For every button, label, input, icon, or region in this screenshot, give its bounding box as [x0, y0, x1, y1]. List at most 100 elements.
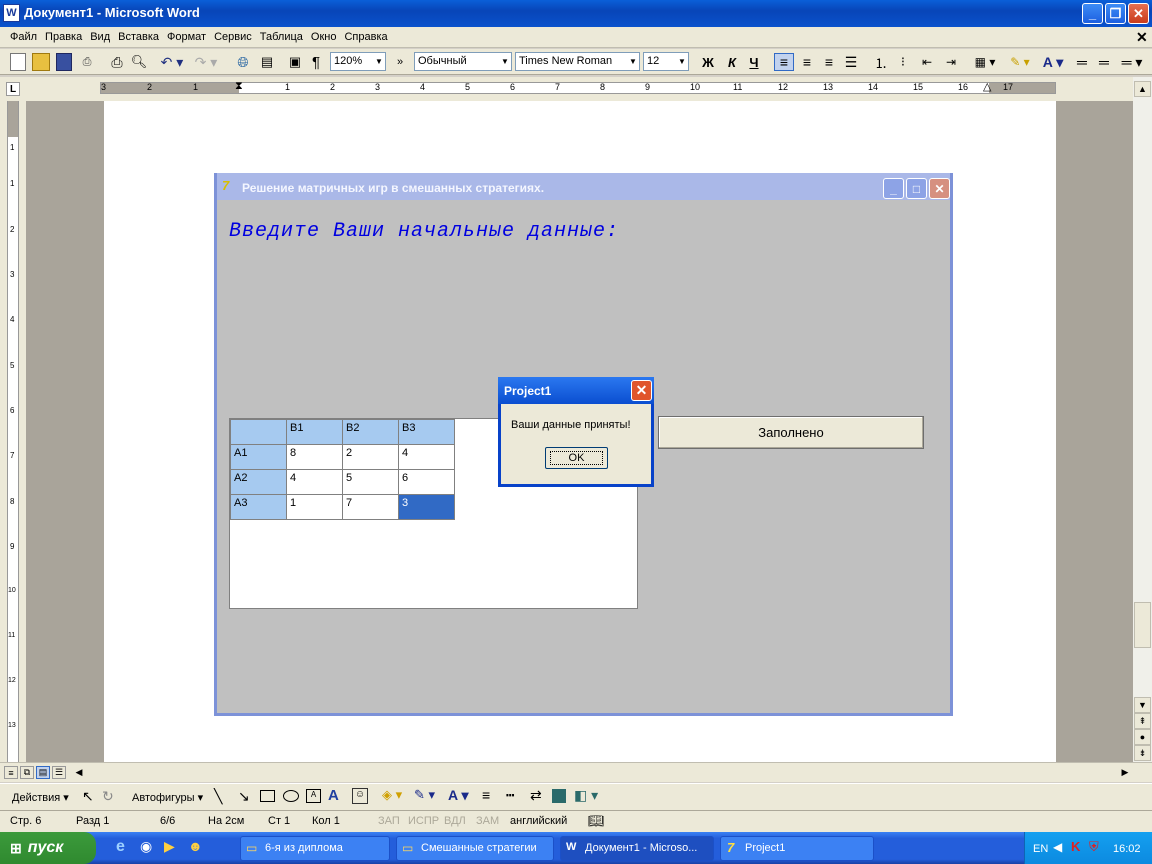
outlook-icon[interactable]: ◉: [140, 838, 152, 855]
prev-page-icon[interactable]: ⇞: [1134, 713, 1151, 729]
horizontal-scrollbar[interactable]: ≡ ⧉ ▤ ☰ ◀ ▶: [0, 762, 1152, 782]
hyperlink-icon[interactable]: 🌐︎: [234, 53, 252, 71]
normal-view-icon[interactable]: ≡: [4, 766, 18, 779]
text-color-icon[interactable]: A ▾: [448, 787, 469, 804]
restore-button[interactable]: ❐: [1105, 3, 1126, 24]
start-button[interactable]: ⊞ пуск: [0, 832, 96, 864]
ok-button[interactable]: OK: [545, 447, 608, 469]
scroll-right-icon[interactable]: ▶: [1118, 765, 1132, 780]
toolbar-options-icon[interactable]: »: [394, 53, 406, 71]
tray-language[interactable]: EN: [1033, 843, 1048, 855]
line-style-icon[interactable]: ≡: [482, 787, 490, 803]
table-cell[interactable]: 2: [342, 444, 399, 470]
ie-icon[interactable]: e: [116, 838, 125, 856]
line-icon[interactable]: ╲: [214, 788, 222, 805]
rotate-icon[interactable]: ↻: [102, 788, 114, 805]
menu-window[interactable]: Окно: [307, 27, 341, 43]
zoom-select[interactable]: 120% ▼: [330, 52, 386, 71]
status-rec[interactable]: ЗАП: [378, 815, 400, 827]
actions-menu[interactable]: Действия ▾: [12, 791, 69, 804]
textbox-icon[interactable]: A: [306, 789, 321, 803]
align-right-icon[interactable]: ≡: [820, 53, 838, 71]
new-doc-icon[interactable]: [10, 53, 26, 71]
highlight-icon[interactable]: ✎ ▾: [1006, 53, 1034, 71]
task-item[interactable]: W Документ1 - Microso...: [560, 836, 714, 861]
word-doc-icon[interactable]: W: [3, 4, 20, 22]
font-color-icon[interactable]: A ▾: [1038, 53, 1068, 71]
scroll-down-icon[interactable]: ▼: [1134, 697, 1151, 713]
menu-insert[interactable]: Вставка: [114, 27, 163, 43]
selected-cell[interactable]: 3: [398, 494, 455, 520]
scroll-thumb[interactable]: [1134, 602, 1151, 648]
table-cell[interactable]: 8: [286, 444, 343, 470]
horizontal-ruler[interactable]: L 3 2 1 ⧗ 1 2 3 4 5 6 7 8 9 10 11 12 13 …: [0, 77, 1152, 101]
align-center-icon[interactable]: ≡: [798, 53, 816, 71]
print-preview-icon[interactable]: 🔍︎: [130, 53, 148, 71]
close-doc-icon[interactable]: ✕: [1136, 29, 1148, 46]
bold-button[interactable]: Ж: [700, 53, 716, 71]
security-shield-icon[interactable]: ⛨: [1089, 839, 1099, 855]
app-title-bar[interactable]: 7 Решение матричных игр в смешанных стра…: [217, 173, 950, 200]
vertical-scrollbar[interactable]: [1133, 77, 1152, 762]
line-weight-icon[interactable]: ═ ▾: [1118, 53, 1146, 71]
table-cell[interactable]: 6: [398, 469, 455, 495]
messenger-icon[interactable]: ☻: [188, 838, 203, 854]
fill-color-icon[interactable]: ◈ ▾: [382, 787, 402, 803]
app-minimize-button[interactable]: _: [883, 178, 904, 199]
menu-file[interactable]: Файл: [6, 27, 41, 43]
select-objects-icon[interactable]: ↖: [82, 788, 94, 805]
dialog-title-bar[interactable]: Project1 ✕: [498, 377, 654, 404]
open-folder-icon[interactable]: [32, 53, 50, 71]
redo-icon[interactable]: ↷ ▾: [194, 53, 218, 71]
table-cell[interactable]: 7: [342, 494, 399, 520]
arrow-icon[interactable]: ↘: [238, 788, 250, 805]
status-trk[interactable]: ИСПР: [408, 815, 439, 827]
scroll-up-icon[interactable]: ▲: [1134, 81, 1151, 97]
table-cell[interactable]: 4: [286, 469, 343, 495]
table-cell[interactable]: 5: [342, 469, 399, 495]
justify-icon[interactable]: ☰: [842, 53, 860, 71]
delphi-icon[interactable]: 7: [222, 178, 229, 193]
clipart-icon[interactable]: ☺: [352, 788, 368, 804]
status-ext[interactable]: ВДЛ: [444, 815, 466, 827]
dialog-close-button[interactable]: ✕: [631, 380, 652, 401]
permission-icon[interactable]: ⎙: [78, 53, 96, 71]
status-ovr[interactable]: ЗАМ: [476, 815, 499, 827]
decrease-indent-icon[interactable]: ⇤: [918, 53, 936, 71]
save-icon[interactable]: [56, 53, 72, 71]
line-color-icon[interactable]: ✎ ▾: [414, 787, 435, 803]
task-item[interactable]: 7 Project1: [720, 836, 874, 861]
table-cell[interactable]: 1: [286, 494, 343, 520]
increase-indent-icon[interactable]: ⇥: [942, 53, 960, 71]
print-view-icon[interactable]: ▤: [36, 766, 50, 779]
task-item[interactable]: ▭ Смешанные стратегии: [396, 836, 554, 861]
arrow-style-icon[interactable]: ⇄: [530, 787, 542, 804]
fill-button[interactable]: Заполнено: [658, 416, 924, 449]
wordart-icon[interactable]: A: [328, 787, 339, 804]
italic-button[interactable]: К: [724, 53, 740, 71]
task-item[interactable]: ▭ 6-я из диплома: [240, 836, 390, 861]
right-indent-marker-icon[interactable]: △: [983, 80, 991, 93]
3d-icon[interactable]: ◧ ▾: [574, 787, 598, 804]
menu-view[interactable]: Вид: [86, 27, 114, 43]
menu-edit[interactable]: Правка: [41, 27, 86, 43]
dash-style-icon[interactable]: ┅: [506, 787, 514, 804]
message-dialog[interactable]: Project1 ✕ Ваши данные приняты! OK: [498, 377, 654, 487]
bullets-icon[interactable]: ⁝: [894, 53, 912, 71]
autoshapes-menu[interactable]: Автофигуры ▾: [132, 791, 203, 804]
antivirus-icon[interactable]: K: [1071, 839, 1080, 854]
minimize-button[interactable]: _: [1082, 3, 1103, 24]
outline-view-icon[interactable]: ☰: [52, 766, 66, 779]
next-page-icon[interactable]: ⇟: [1134, 745, 1151, 761]
menu-format[interactable]: Формат: [163, 27, 210, 43]
browse-object-icon[interactable]: ●: [1134, 729, 1151, 745]
style-select[interactable]: Обычный ▼: [414, 52, 512, 71]
pilcrow-icon[interactable]: ¶: [308, 53, 324, 71]
undo-icon[interactable]: ↶ ▾: [160, 53, 184, 71]
print-icon[interactable]: ⎙: [108, 53, 126, 71]
media-player-icon[interactable]: ▶: [164, 838, 175, 855]
font-select[interactable]: Times New Roman ▼: [515, 52, 640, 71]
font-size-select[interactable]: 12 ▼: [643, 52, 689, 71]
close-button[interactable]: ✕: [1128, 3, 1149, 24]
tray-expand-icon[interactable]: ◀: [1053, 840, 1062, 854]
